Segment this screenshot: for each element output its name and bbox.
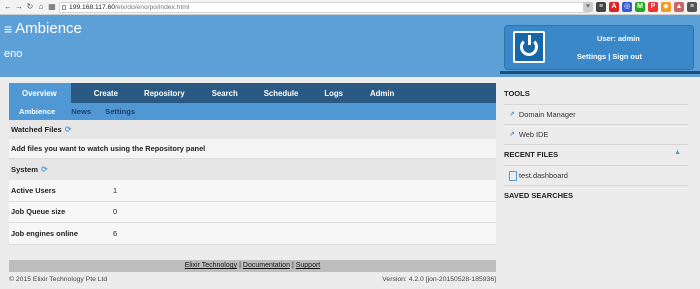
watched-files-message: Add files you want to watch using the Re… bbox=[9, 139, 496, 159]
power-icon[interactable] bbox=[513, 31, 545, 63]
sub-tabs: Ambience News Settings bbox=[9, 103, 496, 120]
tab-search[interactable]: Search bbox=[212, 83, 238, 103]
elixir-link[interactable]: Elixir Technology bbox=[185, 262, 237, 269]
heart-icon[interactable]: ♥ bbox=[583, 2, 593, 12]
documentation-link[interactable]: Documentation bbox=[243, 262, 290, 269]
system-row: Job engines online 6 bbox=[9, 223, 496, 245]
refresh-icon[interactable]: ⟳ bbox=[41, 165, 48, 174]
menu-icon[interactable]: ≡ bbox=[687, 2, 697, 12]
reload-icon[interactable]: ↻ bbox=[25, 2, 35, 12]
forward-icon[interactable]: → bbox=[14, 2, 24, 12]
signout-link[interactable]: Sign out bbox=[612, 52, 642, 61]
external-link-icon: ⇗ bbox=[509, 130, 515, 138]
lock-icon bbox=[62, 5, 66, 10]
subtab-news[interactable]: News bbox=[71, 107, 91, 116]
system-row: Job Queue size 0 bbox=[9, 201, 496, 223]
stat-label: Active Users bbox=[11, 185, 56, 195]
recent-file-label: test.dashboard bbox=[519, 170, 568, 180]
tab-schedule[interactable]: Schedule bbox=[264, 83, 299, 103]
stat-value: 0 bbox=[113, 207, 118, 217]
tab-admin[interactable]: Admin bbox=[370, 83, 394, 103]
abp-icon[interactable]: A bbox=[609, 2, 619, 12]
hamburger-icon[interactable]: ≡ bbox=[596, 2, 606, 12]
stat-value: 6 bbox=[113, 228, 118, 238]
user-label: User: admin bbox=[597, 34, 640, 43]
menu-toggle-icon[interactable]: ≡ bbox=[4, 21, 12, 37]
copyright: © 2015 Elixir Technology Pte Ltd bbox=[9, 276, 108, 283]
subtab-settings[interactable]: Settings bbox=[105, 107, 135, 116]
sidebar: TOOLS ⇗ Domain Manager ⇗ Web IDE RECENT … bbox=[504, 84, 688, 205]
system-title: System bbox=[11, 165, 39, 174]
settings-link[interactable]: Settings bbox=[577, 52, 606, 61]
pinterest-icon[interactable]: P bbox=[648, 2, 658, 12]
circle-icon[interactable]: ◎ bbox=[622, 2, 632, 12]
app-header: ≡ Ambience eno User: admin Settings | Si… bbox=[0, 15, 700, 77]
stat-label: Job Queue size bbox=[11, 207, 66, 217]
stat-value: 1 bbox=[113, 185, 118, 195]
refresh-icon[interactable]: ⟳ bbox=[65, 125, 72, 134]
stat-label: Job engines online bbox=[11, 228, 78, 238]
header-rule bbox=[500, 71, 700, 74]
file-icon bbox=[509, 170, 517, 181]
app-name: Ambience bbox=[15, 20, 82, 37]
tab-overview[interactable]: Overview bbox=[9, 83, 71, 103]
user-links: Settings | Sign out bbox=[577, 52, 642, 61]
back-icon[interactable]: ← bbox=[3, 2, 13, 12]
external-link-icon: ⇗ bbox=[509, 110, 515, 118]
tab-repository[interactable]: Repository bbox=[144, 83, 185, 103]
address-bar[interactable]: 199.168.117.60/elx/do/eno/po/index.html bbox=[59, 2, 590, 13]
url-path: /elx/do/eno/po/index.html bbox=[115, 4, 190, 11]
version: Version: 4.2.0 [jon-20150528-185936] bbox=[382, 276, 496, 283]
recent-file-item[interactable]: test.dashboard bbox=[504, 165, 688, 185]
extension2-icon[interactable]: ▲ bbox=[674, 2, 684, 12]
tool-item-domain-manager[interactable]: ⇗ Domain Manager bbox=[504, 104, 688, 124]
saved-searches-title: SAVED SEARCHES bbox=[504, 185, 688, 205]
extension-icon[interactable]: ◆ bbox=[661, 2, 671, 12]
collapse-icon[interactable]: ▲ bbox=[674, 149, 681, 156]
footer-links: Elixir Technology | Documentation | Supp… bbox=[9, 260, 496, 272]
url-host: 199.168.117.60 bbox=[69, 4, 115, 11]
org-name: eno bbox=[4, 48, 23, 60]
main-panel: Overview Create Repository Search Schedu… bbox=[9, 83, 496, 245]
tool-label: Domain Manager bbox=[518, 109, 576, 119]
tab-create[interactable]: Create bbox=[94, 83, 118, 103]
main-tabs: Overview Create Repository Search Schedu… bbox=[9, 83, 496, 103]
footer-sep: | bbox=[239, 262, 241, 269]
watched-files-title: Watched Files bbox=[11, 125, 62, 134]
system-header: System ⟳ bbox=[9, 159, 496, 180]
browser-toolbar: ← → ↻ ⌂ ▦ 199.168.117.60/elx/do/eno/po/i… bbox=[0, 0, 700, 15]
link-separator: | bbox=[608, 52, 611, 61]
m-icon[interactable]: M bbox=[635, 2, 645, 12]
subtab-ambience[interactable]: Ambience bbox=[19, 107, 55, 116]
support-link[interactable]: Support bbox=[296, 262, 321, 269]
tool-item-web-ide[interactable]: ⇗ Web IDE bbox=[504, 124, 688, 144]
brand: ≡ Ambience bbox=[4, 20, 82, 37]
user-panel: User: admin Settings | Sign out bbox=[504, 25, 694, 70]
tab-logs[interactable]: Logs bbox=[324, 83, 343, 103]
apps-icon[interactable]: ▦ bbox=[47, 2, 57, 12]
tool-label: Web IDE bbox=[518, 129, 549, 139]
home-icon[interactable]: ⌂ bbox=[36, 2, 46, 12]
system-row: Active Users 1 bbox=[9, 180, 496, 202]
tools-title: TOOLS bbox=[504, 89, 530, 98]
recent-files-title: RECENT FILES bbox=[504, 150, 559, 159]
footer-sep: | bbox=[291, 262, 294, 269]
watched-files-header: Watched Files ⟳ bbox=[9, 120, 496, 139]
